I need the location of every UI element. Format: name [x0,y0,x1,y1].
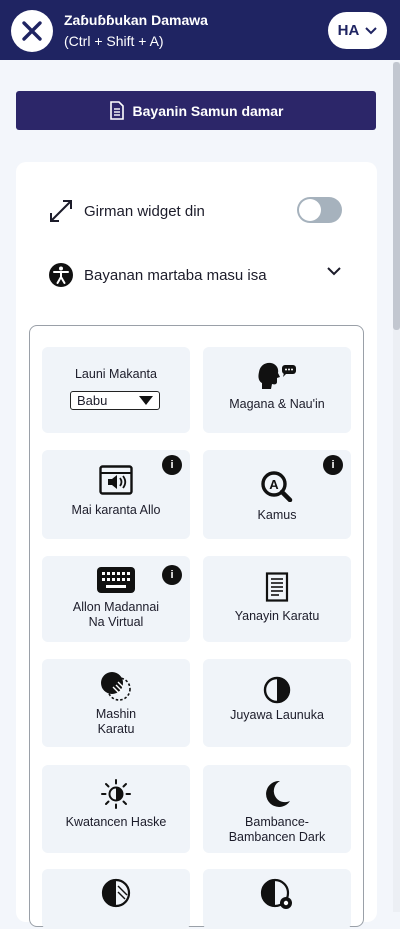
speech-tile[interactable]: Magana & Nau'in [203,347,351,433]
widget-size-row: Girman widget din [48,198,205,224]
tile-label: Mai karanta Allo [71,503,161,517]
resize-arrows-icon [50,200,72,222]
tile-label: Juyawa Launuka [230,708,324,722]
dictionary-tile[interactable]: i A Kamus [203,450,351,539]
color-blindness-tile[interactable]: Launi Makanta Babu [42,347,190,433]
header-shortcut: (Ctrl + Shift + A) [64,33,164,49]
contrast-settings-icon [260,878,292,909]
select-value: Babu [77,393,108,408]
tile-label: Kwatancen Haske [65,815,167,829]
light-contrast-icon [101,779,131,809]
color-blindness-select[interactable]: Babu [70,391,160,410]
half-circle-icon [101,878,131,908]
language-code: HA [337,22,360,39]
chevron-down-icon[interactable] [326,266,342,276]
toggle-knob [299,199,321,221]
chevron-down-icon [365,26,378,34]
screen-reader-tile[interactable]: i Mai karanta Allo [42,450,190,539]
tile-label-line1: Allon Madannai [72,600,160,614]
keyboard-icon [97,567,135,593]
dark-contrast-icon [266,780,290,807]
header-bar: Zaɓuɓɓukan Damawa (Ctrl + Shift + A) HA [0,0,400,60]
scrollbar-thumb[interactable] [393,62,400,330]
tile-label: Launi Makanta [74,367,157,381]
contrast-settings-tile[interactable] [203,869,351,929]
document-icon [109,101,124,120]
light-contrast-tile[interactable]: Kwatancen Haske [42,765,190,853]
language-selector[interactable]: HA [328,12,387,49]
accessibility-profiles-row[interactable]: Bayanan martaba masu isa [48,262,267,288]
screen-reader-icon [99,465,133,495]
reading-mode-icon [265,572,289,602]
accessibility-statement-button[interactable]: Bayanin Samun damar [16,91,376,130]
accessibility-person-icon [49,263,73,287]
accessibility-statement-label: Bayanin Samun damar [132,102,284,119]
invert-colors-icon [263,676,291,704]
reading-mask-icon [101,672,131,701]
tile-label-line2: Bambancen Dark [228,830,326,844]
dark-contrast-tile[interactable]: Bambance- Bambancen Dark [203,765,351,853]
caret-down-icon [139,396,153,405]
tile-label: Kamus [257,508,297,522]
reading-mode-tile[interactable]: Yanayin Karatu [203,556,351,642]
tile-label-line1: Bambance- [245,815,309,829]
header-title: Zaɓuɓɓukan Damawa [64,12,208,28]
widget-size-label: Girman widget din [84,202,205,220]
close-button[interactable] [11,10,53,52]
invert-colors-tile[interactable]: Juyawa Launuka [203,659,351,747]
reading-mask-tile[interactable]: Mashin Karatu [42,659,190,747]
tile-label-line2: Na Virtual [88,615,144,629]
speaking-head-icon [258,362,296,389]
tile-label: Magana & Nau'in [229,397,325,411]
close-icon [22,21,42,41]
svg-text:A: A [269,477,279,492]
tile-label-line2: Karatu [97,722,135,736]
virtual-keyboard-tile[interactable]: i Allon Madannai Na Virtual [42,556,190,642]
dictionary-icon: A [261,471,293,502]
accessibility-profiles-label: Bayanan martaba masu isa [84,266,267,284]
tile-label: Yanayin Karatu [234,609,320,623]
tile-label-line1: Mashin [95,707,137,721]
contrast-tile[interactable] [42,869,190,929]
